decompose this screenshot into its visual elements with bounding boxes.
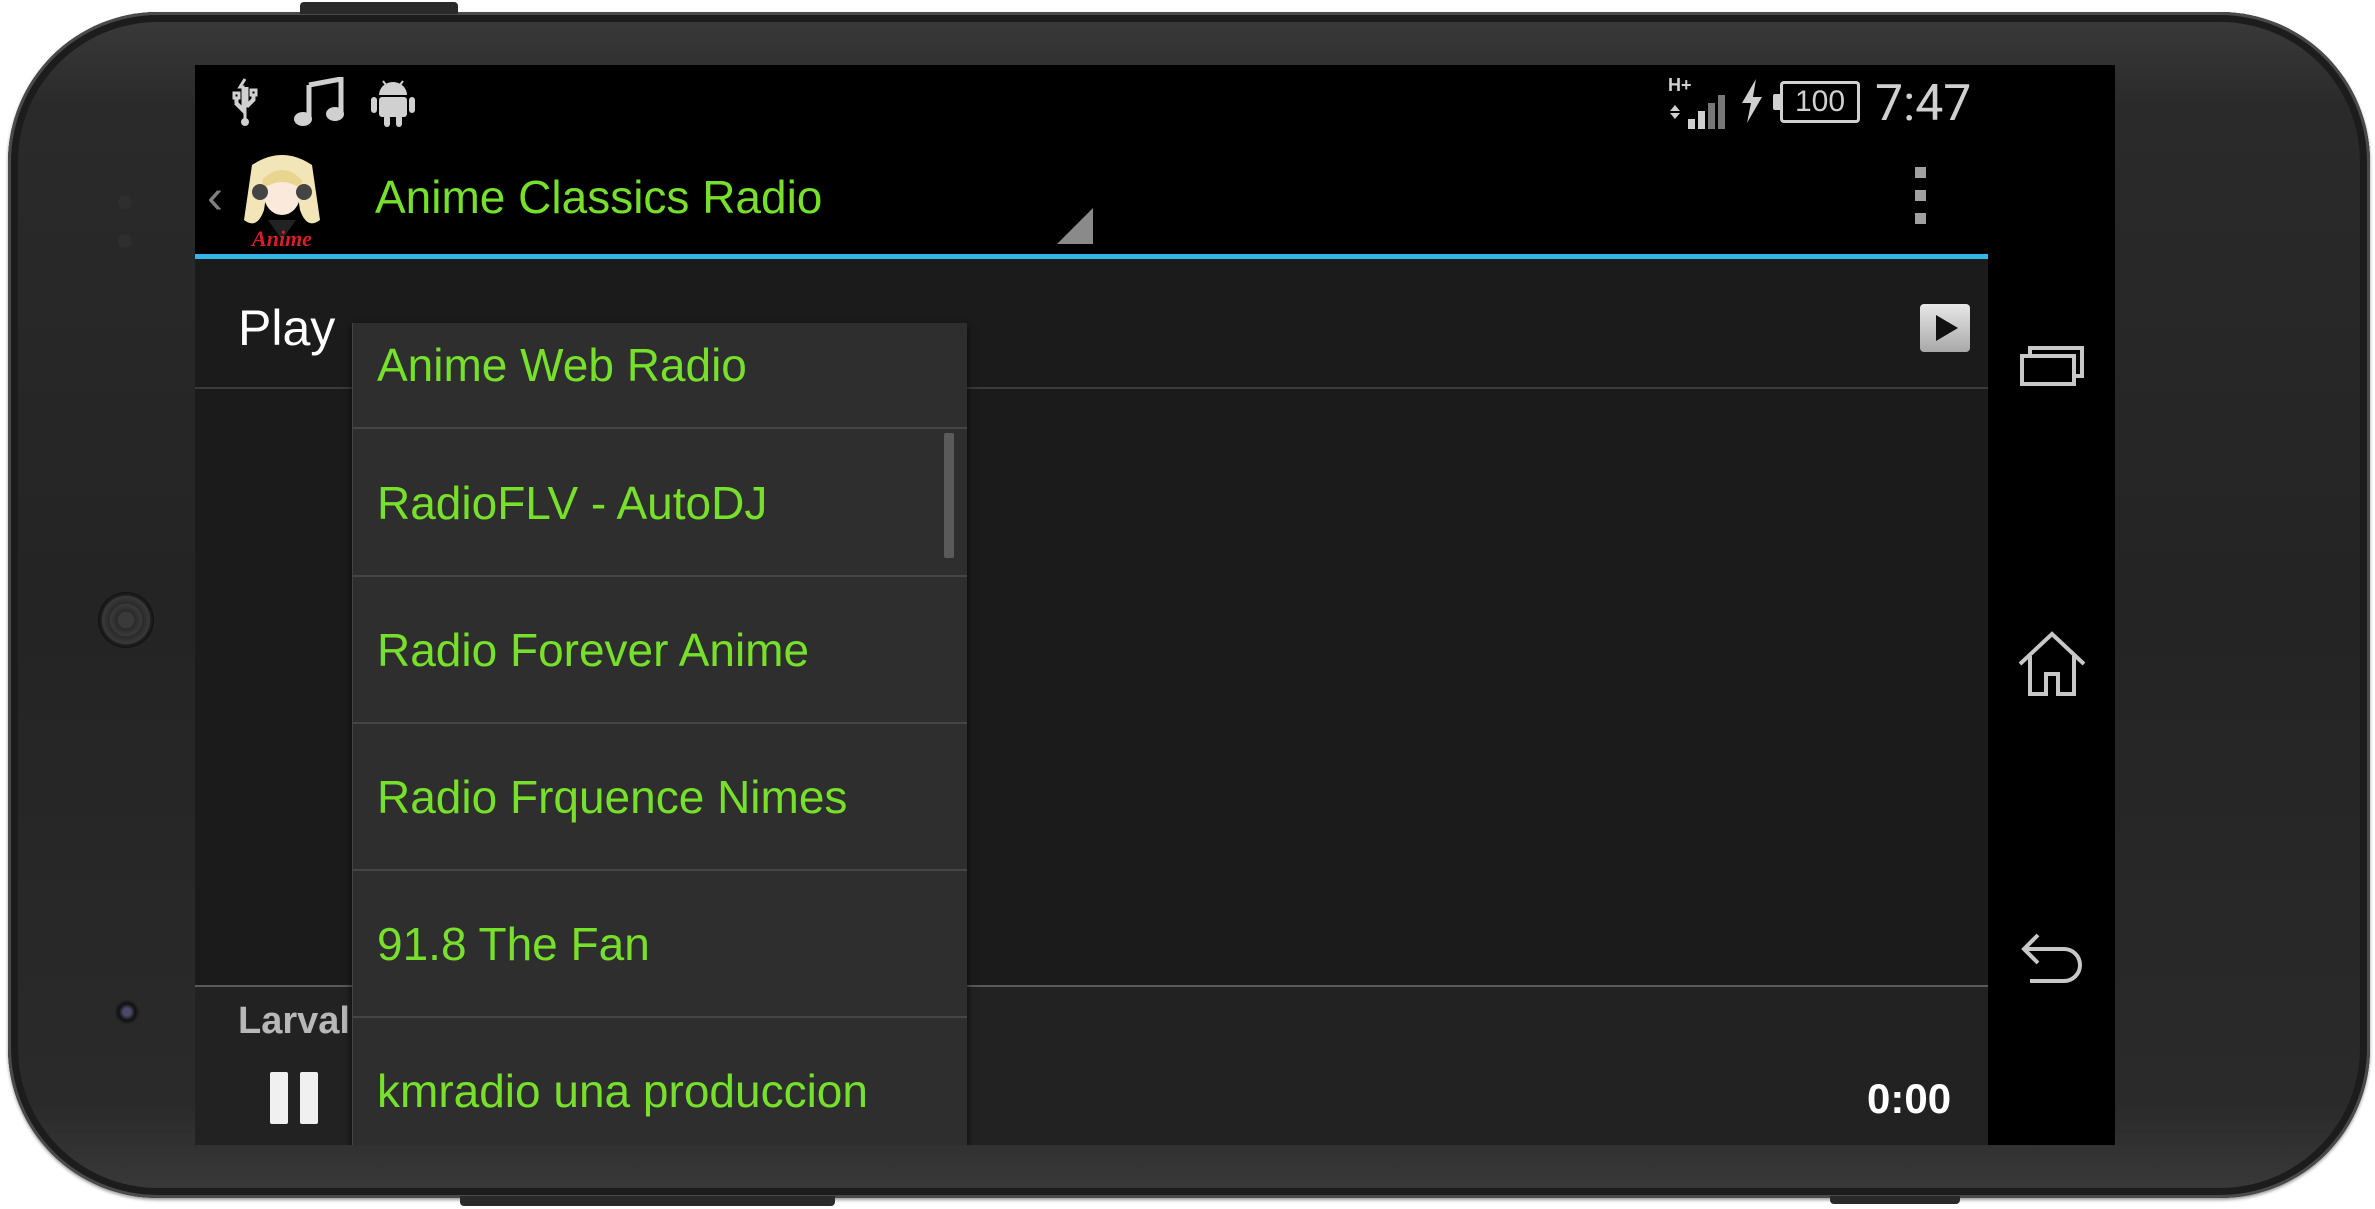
dropdown-item-label: Radio Frquence Nimes (377, 771, 848, 823)
volume-button (300, 2, 458, 14)
front-camera (114, 999, 140, 1025)
dropdown-item-label: Radio Forever Anime (377, 624, 810, 676)
action-bar: ‹ Anime Anime Classics Radio (195, 140, 1988, 254)
screen: H+ 100 7:47 ‹ Anime Anime Classics Radio… (195, 65, 2115, 1145)
dropdown-scrollbar[interactable] (944, 433, 954, 558)
app-logo-icon[interactable]: Anime (232, 150, 332, 250)
dropdown-item-label: RadioFLV - AutoDJ (377, 477, 768, 529)
station-dropdown: Anime Web Radio RadioFLV - AutoDJ Radio … (352, 323, 967, 1145)
side-button (460, 1196, 835, 1206)
dropdown-item[interactable]: Radio Forever Anime (352, 578, 967, 724)
clock: 7:47 (1875, 75, 1972, 133)
signal-icon (1670, 95, 1725, 129)
pause-bar-icon (300, 1072, 318, 1124)
spinner-arrow-icon (1057, 208, 1093, 244)
navigation-bar (1988, 140, 2115, 1145)
earpiece-speaker (98, 592, 154, 648)
selected-station: Anime Classics Radio (375, 171, 823, 223)
dropdown-item[interactable]: Anime Web Radio (352, 323, 967, 429)
elapsed-time: 0:00 (1867, 1075, 1952, 1122)
track-title: Larval (238, 1000, 350, 1042)
proximity-sensor (118, 195, 132, 209)
back-icon[interactable] (2016, 925, 2088, 997)
dropdown-item-label: Anime Web Radio (377, 339, 747, 391)
station-spinner[interactable]: Anime Classics Radio (335, 140, 1155, 254)
dropdown-item-label: 91.8 The Fan (377, 918, 650, 970)
home-icon[interactable] (2016, 628, 2088, 700)
dropdown-item[interactable]: kmradio una produccion (352, 1019, 967, 1145)
light-sensor (118, 234, 132, 248)
overflow-dot-icon (1914, 190, 1926, 201)
dropdown-item[interactable]: RadioFLV - AutoDJ (352, 431, 967, 577)
music-note-icon (294, 77, 344, 126)
play-label: Play (238, 300, 336, 356)
network-type-label: H+ (1668, 75, 1692, 95)
play-button[interactable] (1920, 304, 1970, 352)
usb-icon (232, 78, 258, 126)
dropdown-item[interactable]: 91.8 The Fan (352, 872, 967, 1018)
recent-apps-icon[interactable] (2016, 332, 2088, 404)
charging-bolt-icon (1742, 79, 1762, 123)
logo-text: Anime (250, 226, 312, 250)
overflow-dot-icon (1914, 167, 1926, 178)
pause-bar-icon (270, 1072, 288, 1124)
battery-indicator: 100 (1773, 81, 1860, 123)
overflow-dot-icon (1914, 213, 1926, 224)
overflow-menu-button[interactable] (1900, 160, 1940, 235)
power-button (1830, 1196, 1960, 1204)
android-icon (371, 80, 415, 127)
up-navigation-icon[interactable]: ‹ (207, 170, 223, 225)
dropdown-item[interactable]: Radio Frquence Nimes (352, 725, 967, 871)
app-content: ‹ Anime Anime Classics Radio Play Larval… (195, 140, 1988, 1145)
dropdown-item-label: kmradio una produccion (377, 1065, 868, 1117)
status-bar: H+ 100 7:47 (195, 65, 2115, 140)
pause-button[interactable] (270, 1072, 322, 1124)
